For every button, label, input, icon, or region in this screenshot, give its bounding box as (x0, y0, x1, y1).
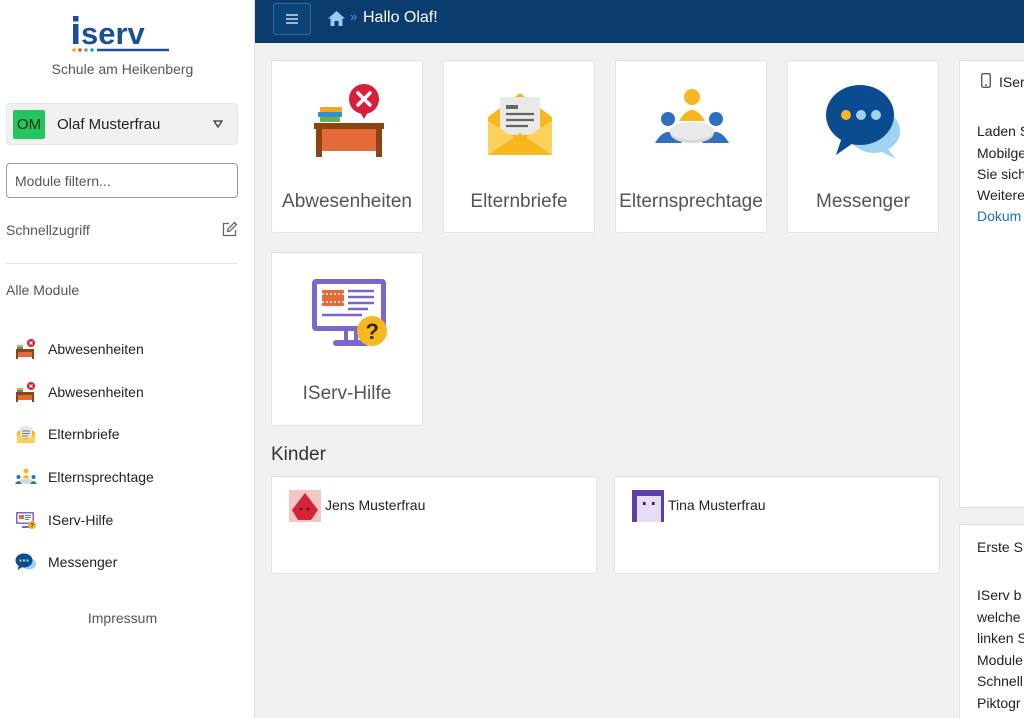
child-avatar-icon (289, 490, 321, 522)
tile-elternbriefe[interactable]: Elternbriefe (443, 60, 595, 233)
sidebar-item-abwesenheiten[interactable]: Abwesenheiten (14, 328, 244, 371)
tile-iserv-hilfe[interactable]: ? IServ-Hilfe (271, 252, 423, 426)
letter-envelope-icon (17, 426, 35, 444)
absence-desk-icon (16, 381, 35, 402)
svg-text:serv: serv (81, 16, 146, 51)
hamburger-icon (286, 14, 298, 24)
sidebar-item-iserv-hilfe[interactable]: ? IServ-Hilfe (14, 498, 244, 541)
module-filter-input[interactable] (6, 163, 238, 198)
panel-text: Module (977, 652, 1023, 668)
panel-text: Mobilge (977, 145, 1024, 161)
panel-text: IServ b (977, 587, 1022, 603)
tile-label: Messenger (816, 191, 910, 212)
quick-access-header: Schnellzugriff (6, 221, 238, 238)
absence-desk-icon (16, 339, 35, 360)
panel-text: Weitere (977, 187, 1024, 203)
sidebar-item-messenger[interactable]: Messenger (14, 541, 244, 584)
sidebar-item-label: Messenger (48, 554, 118, 571)
sidebar-item-elternbriefe[interactable]: Elternbriefe (14, 413, 244, 456)
svg-text:?: ? (30, 523, 34, 529)
quick-access-label: Schnellzugriff (6, 221, 90, 238)
chat-bubbles-icon (15, 553, 36, 571)
panel-title: ISer (999, 74, 1024, 90)
user-name: Olaf Musterfrau (57, 115, 161, 133)
edit-icon[interactable] (221, 221, 238, 238)
school-name: Schule am Heikenberg (51, 61, 194, 77)
breadcrumb-separator: » (350, 9, 358, 24)
page-title: Hallo Olaf! (363, 9, 438, 26)
documentation-link[interactable]: Dokum (977, 208, 1021, 224)
top-bar: » Hallo Olaf! (255, 0, 1024, 43)
sidebar: serv Schule am Heikenberg OM Olaf Muster… (0, 0, 255, 718)
kinder-heading: Kinder (271, 444, 326, 465)
divider (6, 263, 238, 264)
child-avatar-icon (632, 490, 664, 522)
first-steps-panel: Erste S IServ b welche linken S Module S… (959, 524, 1024, 718)
caret-down-icon (213, 120, 223, 128)
user-menu[interactable]: OM Olaf Musterfrau (6, 103, 238, 145)
impressum-link[interactable]: Impressum (0, 610, 245, 626)
sidebar-item-abwesenheiten-2[interactable]: Abwesenheiten (14, 371, 244, 414)
iserv-logo[interactable]: serv (70, 12, 175, 56)
meeting-table-icon (15, 468, 37, 485)
panel-text: Schnell (977, 673, 1023, 689)
tile-label: Elternsprechtage (619, 191, 763, 212)
app-info-panel: ISer Laden S Mobilge Sie sich Weitere Do… (959, 60, 1024, 508)
tile-label: IServ-Hilfe (302, 383, 392, 404)
tile-messenger[interactable]: Messenger (787, 60, 939, 233)
sidebar-item-label: Abwesenheiten (48, 383, 144, 400)
svg-text:?: ? (366, 319, 379, 344)
child-name: Tina Musterfrau (668, 497, 766, 513)
child-name: Jens Musterfrau (325, 497, 426, 513)
sidebar-item-elternsprechtage[interactable]: Elternsprechtage (14, 456, 244, 499)
all-modules-label: Alle Module (6, 282, 80, 298)
panel-text: Piktogr (977, 695, 1021, 711)
home-icon[interactable] (327, 10, 346, 27)
child-card-tina[interactable]: Tina Musterfrau (614, 476, 940, 574)
tile-elternsprechtage[interactable]: Elternsprechtage (615, 60, 767, 233)
meeting-table-icon (655, 89, 729, 143)
child-card-jens[interactable]: Jens Musterfrau (271, 476, 597, 574)
panel-title: Erste S (977, 539, 1023, 555)
sidebar-item-label: IServ-Hilfe (48, 511, 114, 528)
menu-toggle-button[interactable] (273, 3, 311, 35)
sidebar-item-label: Abwesenheiten (48, 341, 144, 358)
panel-text: Laden S (977, 123, 1024, 139)
chat-bubbles-icon (826, 85, 900, 159)
tile-label: Abwesenheiten (282, 191, 412, 212)
module-list: Abwesenheiten Abwesenheiten Elternbriefe (14, 328, 244, 584)
panel-text: welche (977, 609, 1021, 625)
help-monitor-icon: ? (312, 279, 387, 346)
letter-envelope-icon (488, 93, 552, 155)
mobile-phone-icon (981, 73, 991, 88)
help-monitor-icon: ? (16, 511, 36, 529)
sidebar-item-label: Elternsprechtage (48, 469, 154, 486)
absence-desk-icon (314, 84, 384, 157)
tile-label: Elternbriefe (470, 191, 568, 212)
tile-abwesenheiten[interactable]: Abwesenheiten (271, 60, 423, 233)
panel-text: linken S (977, 630, 1024, 646)
panel-text: Sie sich (977, 166, 1024, 182)
sidebar-item-label: Elternbriefe (48, 426, 120, 443)
avatar: OM (13, 109, 45, 139)
